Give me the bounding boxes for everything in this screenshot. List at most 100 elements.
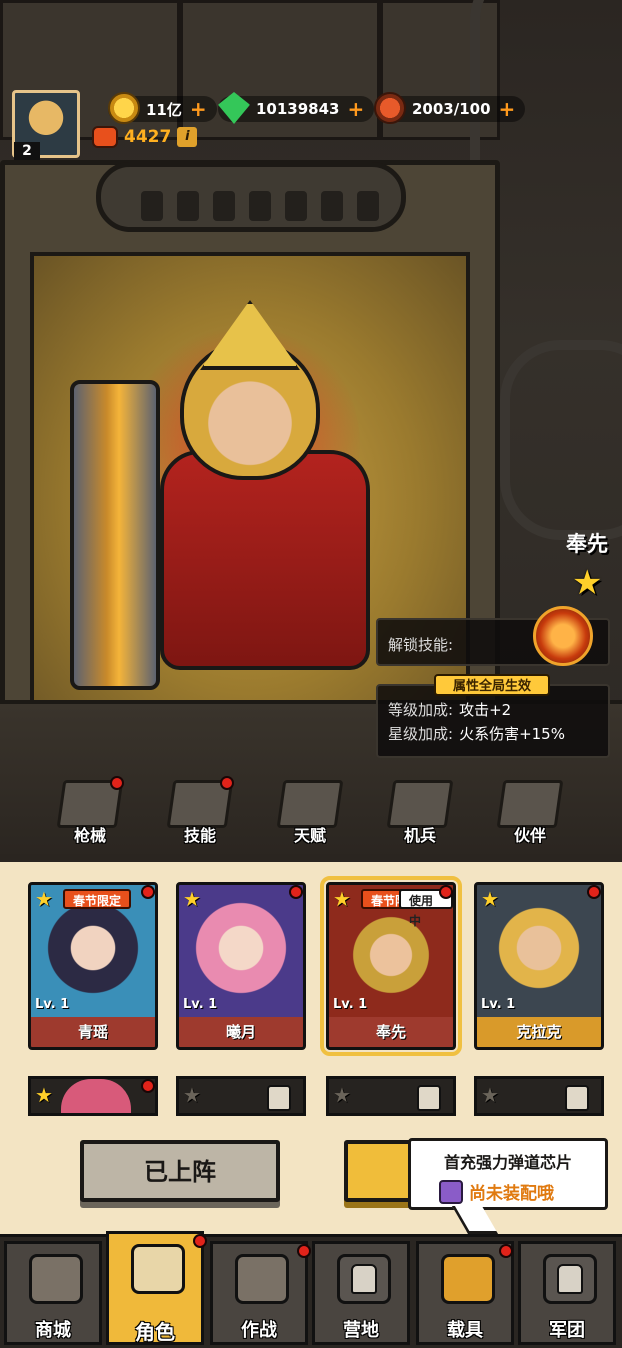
gold-coin-icon — [108, 92, 140, 124]
nav-character-label: 角色 — [135, 1320, 175, 1344]
level-bonus-value: 攻击+2 — [459, 701, 512, 719]
tab-partner[interactable]: 伙伴 — [496, 778, 564, 848]
hero-card-name: 克拉克 — [477, 1017, 601, 1047]
tab-weapons-label: 枪械 — [73, 826, 106, 845]
hero-card-locked[interactable]: ★ — [176, 1076, 306, 1116]
hero-gun — [70, 380, 160, 690]
star-icon: ★ — [35, 1083, 53, 1107]
stamina-value: 2003/100 — [412, 100, 491, 118]
notification-dot — [587, 885, 601, 899]
notification-dot — [110, 776, 124, 790]
star-icon: ★ — [481, 887, 499, 911]
level-bonus-row: 等级加成: 攻击+2 — [388, 698, 598, 722]
fire-skill-icon[interactable] — [533, 606, 593, 666]
hero-level: Lv. 1 — [333, 997, 368, 1012]
add-gold-button[interactable]: + — [190, 99, 207, 119]
combat-power: 4427 i — [92, 124, 198, 150]
nav-battle[interactable]: 作战 — [210, 1241, 311, 1345]
hero-level: Lv. 1 — [183, 997, 218, 1012]
add-gems-button[interactable]: + — [348, 99, 365, 119]
nav-vehicle-label: 载具 — [447, 1320, 483, 1341]
unlock-skill-label: 解锁技能: — [388, 636, 454, 654]
bubble-subtitle: 尚未装配哦 — [469, 1184, 554, 1204]
star-icon: ★ — [333, 887, 351, 911]
lock-icon — [417, 1085, 441, 1111]
hero-armor — [160, 450, 370, 670]
hero-card-row2[interactable]: ★ — [28, 1076, 158, 1116]
gold-value: 11亿 — [146, 100, 182, 119]
tab-partner-label: 伙伴 — [513, 826, 546, 845]
hero-card-name: 曦月 — [179, 1017, 303, 1047]
chip-icon — [439, 1179, 463, 1204]
notification-dot — [297, 1244, 311, 1258]
nav-vehicle[interactable]: 载具 — [416, 1241, 514, 1345]
star-bonus-row: 星级加成: 火系伤害+15% — [388, 722, 598, 746]
bubble-subtitle-row: 尚未装配哦 — [421, 1179, 595, 1204]
nav-legion-label: 军团 — [549, 1320, 585, 1341]
notification-dot — [193, 1234, 207, 1248]
talent-nodes-icon — [276, 780, 344, 828]
tab-talent[interactable]: 天赋 — [276, 778, 344, 848]
star-bonus-label: 星级加成: — [388, 725, 454, 743]
lock-icon — [267, 1085, 291, 1111]
level-bonus-label: 等级加成: — [388, 701, 454, 719]
hero-card-qingyao[interactable]: ★ 春节限定 Lv. 1 青瑶 — [28, 882, 158, 1050]
notification-dot — [289, 885, 303, 899]
hero-card-locked[interactable]: ★ — [326, 1076, 456, 1116]
cabinet-vent-panel — [96, 162, 406, 232]
notification-dot — [220, 776, 234, 790]
character-helmet-icon — [131, 1244, 185, 1294]
hero-card-name: 青瑶 — [31, 1017, 155, 1047]
hero-card-locked[interactable]: ★ — [474, 1076, 604, 1116]
bubble-title: 首充强力弹道芯片 — [443, 1153, 572, 1172]
power-value: 4427 — [124, 127, 172, 147]
info-icon[interactable]: i — [177, 127, 198, 147]
hero-card-name: 奉先 — [329, 1017, 453, 1047]
nav-camp[interactable]: 营地 — [312, 1241, 410, 1345]
hero-level: Lv. 1 — [481, 997, 516, 1012]
add-stamina-button[interactable]: + — [499, 99, 516, 119]
hero-artwork[interactable] — [60, 300, 420, 700]
tab-skills[interactable]: 技能 — [166, 776, 234, 848]
star-icon: ★ — [481, 1083, 499, 1107]
lock-icon — [351, 1264, 377, 1294]
lock-icon — [557, 1264, 583, 1294]
star-icon: ★ — [35, 887, 53, 911]
hero-card-xiyue[interactable]: ★ Lv. 1 曦月 — [176, 882, 306, 1050]
notification-dot — [499, 1244, 513, 1258]
mech-icon — [386, 780, 454, 828]
section-divider — [0, 854, 622, 862]
hero-card-clark[interactable]: ★ Lv. 1 克拉克 — [474, 882, 604, 1050]
star-icon: ★ — [183, 887, 201, 911]
partner-armor-icon — [496, 780, 564, 828]
tab-weapons[interactable]: 枪械 — [56, 776, 124, 848]
gem-value: 10139843 — [256, 100, 340, 118]
star-bonus-value: 火系伤害+15% — [459, 725, 565, 743]
pipe — [500, 340, 622, 540]
notification-dot — [439, 885, 453, 899]
hero-star-icon: ★ — [572, 563, 603, 603]
nav-shop-label: 商城 — [35, 1320, 71, 1341]
nav-shop[interactable]: 商城 — [4, 1241, 102, 1345]
fist-icon — [92, 126, 118, 148]
hero-name: 奉先 — [566, 532, 608, 556]
lock-icon — [565, 1085, 589, 1111]
chip-promo-bubble[interactable]: 首充强力弹道芯片 尚未装配哦 — [408, 1138, 608, 1210]
deployed-button[interactable]: 已上阵 — [80, 1140, 280, 1202]
gold-counter[interactable]: 11亿 + — [108, 92, 217, 124]
nav-camp-label: 营地 — [343, 1320, 379, 1341]
battle-guns-icon — [235, 1254, 289, 1304]
tab-mech[interactable]: 机兵 — [386, 778, 454, 848]
hero-card-fengxian[interactable]: ★ 春节限定 使用中 Lv. 1 奉先 — [320, 876, 462, 1056]
shop-cart-icon — [29, 1254, 83, 1304]
meat-icon — [374, 92, 406, 124]
gem-counter[interactable]: 10139843 + — [218, 92, 375, 124]
tab-skills-label: 技能 — [183, 826, 216, 845]
player-level: 2 — [14, 142, 40, 160]
notification-dot — [141, 885, 155, 899]
nav-legion[interactable]: 军团 — [518, 1241, 616, 1345]
hero-level: Lv. 1 — [35, 997, 70, 1012]
nav-character[interactable]: 角色 — [106, 1231, 207, 1345]
stamina-counter[interactable]: 2003/100 + — [374, 92, 526, 124]
vehicle-crane-icon — [441, 1254, 495, 1304]
